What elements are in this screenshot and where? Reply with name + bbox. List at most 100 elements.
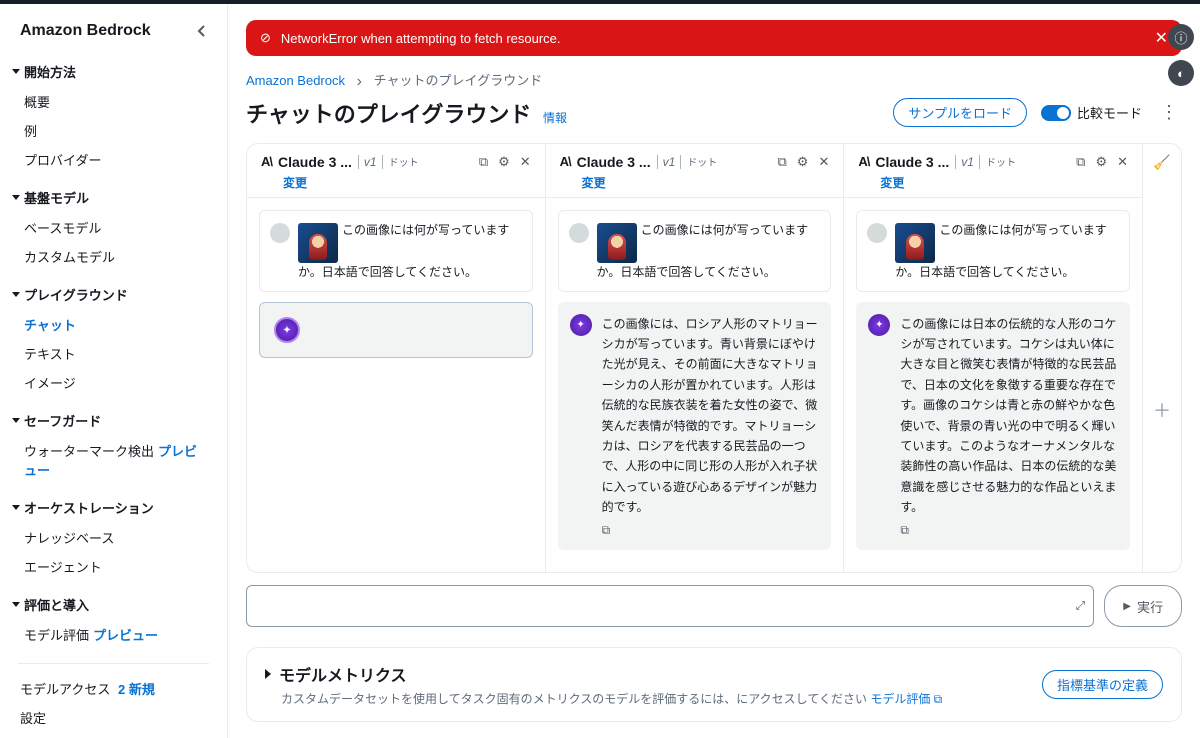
new-badge: 2 新規: [118, 682, 155, 697]
kebab-menu-icon[interactable]: ⋮: [1156, 102, 1182, 123]
metrics-toggle[interactable]: モデルメトリクス: [265, 662, 942, 686]
sidebar-title: Amazon Bedrock: [20, 22, 151, 40]
metrics-title: モデルメトリクス: [279, 662, 407, 686]
attached-image: [895, 223, 935, 263]
ai-loading: [259, 302, 533, 358]
info-link[interactable]: 情報: [543, 111, 567, 125]
attached-image: [298, 223, 338, 263]
nav-group-playgrounds[interactable]: プレイグラウンド: [0, 279, 227, 310]
compare-area: A\ Claude 3 ... v1 ドット ⧉ ⚙ ✕ 変更: [246, 143, 1182, 574]
ai-text: この画像には日本の伝統的な人形のコケシが写されています。コケシは丸い体に大きな目…: [900, 314, 1118, 518]
compare-column: A\ Claude 3 ... v1 ドット ⧉ ⚙ ✕ 変更: [247, 144, 546, 573]
model-name: Claude 3 ...: [875, 154, 949, 170]
settings-icon[interactable]: ⚙: [498, 154, 510, 170]
nav-item-base-models[interactable]: ベースモデル: [0, 213, 227, 242]
broom-icon[interactable]: 🧹: [1153, 154, 1170, 171]
nav-item-examples[interactable]: 例: [0, 116, 227, 145]
prompt-input[interactable]: ⤢: [246, 585, 1094, 627]
nav-item-overview[interactable]: 概要: [0, 87, 227, 116]
nav-item-settings[interactable]: 設定: [0, 703, 227, 732]
run-button[interactable]: 実行: [1104, 585, 1182, 627]
nav-item-image[interactable]: イメージ: [0, 368, 227, 397]
nav-group-foundation-models[interactable]: 基盤モデル: [0, 182, 227, 213]
settings-float-icon[interactable]: ◐: [1168, 60, 1194, 86]
nav-item-providers[interactable]: プロバイダー: [0, 145, 227, 174]
external-link-icon: ⧉: [934, 692, 943, 706]
user-message: この画像には何が写っていますか。日本語で回答してください。: [558, 210, 832, 292]
ai-avatar-icon: [570, 314, 592, 336]
compare-mode-toggle[interactable]: 比較モード: [1041, 103, 1142, 122]
main: ⓘ ◐ ⊘ NetworkError when attempting to fe…: [228, 4, 1200, 738]
nav-item-model-eval[interactable]: モデル評価プレビュー: [0, 620, 227, 649]
alert-close-icon[interactable]: ✕: [1155, 28, 1168, 48]
ai-text: この画像には、ロシア人形のマトリョーシカが写っています。青い背景にぼやけた光が見…: [602, 314, 820, 518]
help-icon[interactable]: ⓘ: [1168, 24, 1194, 50]
nav-item-chat[interactable]: チャット: [0, 310, 227, 339]
user-avatar-icon: [867, 223, 887, 243]
copy-icon[interactable]: ⧉: [479, 154, 488, 170]
page-title: チャットのプレイグラウンド: [246, 102, 531, 127]
nav-group-safeguards[interactable]: セーフガード: [0, 405, 227, 436]
nav-group-getting-started[interactable]: 開始方法: [0, 56, 227, 87]
change-model-link[interactable]: 変更: [283, 174, 307, 191]
compare-column: A\ Claude 3 ... v1 ドット ⧉ ⚙ ✕ 変更: [844, 144, 1143, 573]
error-alert: ⊘ NetworkError when attempting to fetch …: [246, 20, 1182, 56]
anthropic-logo-icon: A\: [560, 154, 571, 169]
ai-message: この画像には、ロシア人形のマトリョーシカが写っています。青い背景にぼやけた光が見…: [558, 302, 832, 551]
expand-icon[interactable]: ⤢: [1076, 599, 1086, 614]
nav-item-custom-models[interactable]: カスタムモデル: [0, 242, 227, 271]
nav-item-knowledge-base[interactable]: ナレッジベース: [0, 523, 227, 552]
model-version: v1: [955, 155, 980, 169]
nav-item-watermark[interactable]: ウォーターマーク検出プレビュー: [0, 436, 227, 484]
ai-message: この画像には日本の伝統的な人形のコケシが写されています。コケシは丸い体に大きな目…: [856, 302, 1130, 551]
nav-group-orchestration[interactable]: オーケストレーション: [0, 492, 227, 523]
sidebar: Amazon Bedrock 開始方法 概要 例 プロバイダー 基盤モデル ベー…: [0, 4, 228, 738]
nav-item-text[interactable]: テキスト: [0, 339, 227, 368]
caret-down-icon: [12, 195, 20, 200]
model-sub: ドット: [687, 154, 717, 169]
close-icon[interactable]: ✕: [818, 154, 829, 170]
model-name: Claude 3 ...: [278, 154, 352, 170]
breadcrumb-current: チャットのプレイグラウンド: [374, 73, 543, 88]
compare-column: A\ Claude 3 ... v1 ドット ⧉ ⚙ ✕ 変更: [546, 144, 845, 573]
close-icon[interactable]: ✕: [520, 154, 531, 170]
anthropic-logo-icon: A\: [858, 154, 869, 169]
copy-response-icon[interactable]: ⧉: [602, 523, 820, 538]
copy-icon[interactable]: ⧉: [1076, 154, 1085, 170]
column-tools: 🧹 ＋: [1143, 144, 1181, 573]
user-avatar-icon: [569, 223, 589, 243]
define-criteria-button[interactable]: 指標基準の定義: [1042, 670, 1163, 699]
change-model-link[interactable]: 変更: [582, 174, 606, 191]
chevron-right-icon: ›: [357, 73, 362, 90]
ai-avatar-icon: [274, 317, 300, 343]
nav-item-model-access[interactable]: モデルアクセス 2 新規: [0, 674, 227, 703]
user-message: この画像には何が写っていますか。日本語で回答してください。: [259, 210, 533, 292]
metrics-description: カスタムデータセットを使用してタスク固有のメトリクスのモデルを評価するには、にア…: [281, 690, 942, 707]
add-column-icon[interactable]: ＋: [1153, 397, 1171, 423]
model-eval-link[interactable]: モデル評価 ⧉: [870, 692, 942, 706]
model-version: v1: [657, 155, 682, 169]
toggle-switch-icon: [1041, 105, 1071, 121]
nav-group-evaluation[interactable]: 評価と導入: [0, 589, 227, 620]
change-model-link[interactable]: 変更: [880, 174, 904, 191]
settings-icon[interactable]: ⚙: [1095, 154, 1107, 170]
caret-down-icon: [12, 69, 20, 74]
nav-item-user-guide[interactable]: ユーザーガイド⧉: [0, 732, 227, 738]
copy-response-icon[interactable]: ⧉: [900, 523, 1118, 538]
user-message: この画像には何が写っていますか。日本語で回答してください。: [856, 210, 1130, 292]
caret-down-icon: [12, 418, 20, 423]
settings-icon[interactable]: ⚙: [797, 154, 809, 170]
model-sub: ドット: [986, 154, 1016, 169]
load-sample-button[interactable]: サンプルをロード: [893, 98, 1027, 127]
attached-image: [597, 223, 637, 263]
caret-down-icon: [12, 602, 20, 607]
sidebar-collapse-icon[interactable]: [197, 25, 207, 37]
close-icon[interactable]: ✕: [1117, 154, 1128, 170]
caret-right-icon: [265, 669, 271, 679]
copy-icon[interactable]: ⧉: [777, 154, 786, 170]
model-name: Claude 3 ...: [577, 154, 651, 170]
metrics-panel: モデルメトリクス カスタムデータセットを使用してタスク固有のメトリクスのモデルを…: [246, 647, 1182, 722]
anthropic-logo-icon: A\: [261, 154, 272, 169]
nav-item-agents[interactable]: エージェント: [0, 552, 227, 581]
breadcrumb-root[interactable]: Amazon Bedrock: [246, 73, 345, 88]
